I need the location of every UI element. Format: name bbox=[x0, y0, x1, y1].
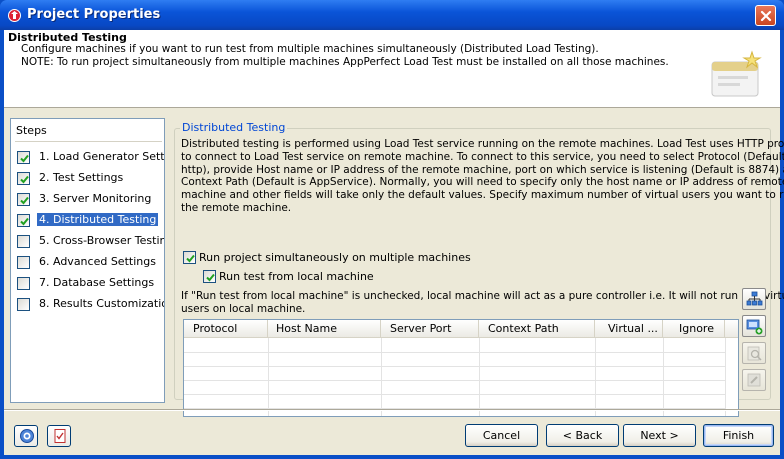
description-line: Context Path (Default is AppService). No… bbox=[181, 176, 784, 189]
step-checkbox[interactable] bbox=[17, 277, 30, 290]
grid-line bbox=[268, 338, 269, 416]
app-icon bbox=[8, 9, 21, 22]
title-bar[interactable]: Project Properties bbox=[0, 0, 784, 30]
checkmark-icon bbox=[20, 154, 29, 163]
description-line: the remote machine. bbox=[181, 201, 292, 214]
help-button[interactable] bbox=[14, 425, 38, 447]
checklist-button[interactable] bbox=[47, 425, 71, 447]
checkbox-box[interactable] bbox=[183, 251, 196, 264]
grid-line bbox=[725, 338, 726, 416]
column-header-ignore[interactable]: Ignore bbox=[663, 320, 725, 338]
delete-machine-button[interactable] bbox=[742, 369, 766, 391]
step-checkbox[interactable] bbox=[17, 214, 30, 227]
network-icon bbox=[746, 291, 763, 306]
grid-line bbox=[184, 366, 725, 367]
step-label: 8. Results Customization bbox=[39, 297, 165, 310]
checkmark-icon bbox=[206, 273, 215, 282]
wizard-window-icon bbox=[711, 50, 762, 97]
steps-panel: Steps 1. Load Generator Settings 2. Test… bbox=[10, 118, 165, 403]
step-checkbox[interactable] bbox=[17, 172, 30, 185]
checkbox-box[interactable] bbox=[203, 270, 216, 283]
grid-line bbox=[663, 338, 664, 416]
checkmark-icon bbox=[20, 217, 29, 226]
step-checkbox[interactable] bbox=[17, 298, 30, 311]
distributed-testing-panel: Distributed Testing Distributed testing … bbox=[170, 118, 784, 417]
checkmark-icon bbox=[20, 196, 29, 205]
wizard-header: Distributed Testing Configure machines i… bbox=[4, 30, 780, 108]
checkmark-icon bbox=[186, 254, 195, 263]
table-header: Protocol Host Name Server Port Context P… bbox=[184, 320, 738, 338]
description-line: Configure machines if you want to run te… bbox=[21, 43, 599, 55]
column-header-context-path[interactable]: Context Path bbox=[479, 320, 595, 338]
description-line: NOTE: To run project simultaneously from… bbox=[21, 56, 669, 68]
column-header-server-port[interactable]: Server Port bbox=[381, 320, 479, 338]
grid-line bbox=[595, 338, 596, 416]
description-line: http), provide Host name or IP address o… bbox=[181, 163, 784, 176]
add-machine-icon bbox=[746, 319, 763, 335]
machines-table[interactable]: Protocol Host Name Server Port Context P… bbox=[183, 319, 739, 417]
steps-divider bbox=[15, 141, 162, 142]
step-checkbox[interactable] bbox=[17, 256, 30, 269]
steps-title: Steps bbox=[16, 124, 47, 137]
step-label: 2. Test Settings bbox=[39, 171, 124, 184]
add-machine-button[interactable] bbox=[742, 315, 766, 337]
grid-line bbox=[184, 394, 725, 395]
checkmark-icon bbox=[20, 175, 29, 184]
project-properties-window: Project Properties Distributed Testing C… bbox=[0, 0, 784, 459]
step-label: 4. Distributed Testing bbox=[37, 213, 159, 226]
next-button[interactable]: Next > bbox=[623, 424, 696, 447]
step-label: 6. Advanced Settings bbox=[39, 255, 156, 268]
finish-button[interactable]: Finish bbox=[703, 424, 774, 447]
help-icon bbox=[20, 429, 34, 443]
close-button[interactable] bbox=[755, 5, 776, 26]
description-line: Distributed testing is performed using L… bbox=[181, 138, 784, 150]
grid-line bbox=[479, 338, 480, 416]
note-line: users on local machine. bbox=[181, 302, 306, 315]
edit-icon bbox=[747, 346, 762, 361]
grid-line bbox=[381, 338, 382, 416]
column-header-virtual-users[interactable]: Virtual ... bbox=[595, 320, 663, 338]
dialog-client-area: Distributed Testing Configure machines i… bbox=[4, 30, 784, 455]
network-machines-button[interactable] bbox=[742, 288, 766, 310]
close-icon bbox=[760, 10, 772, 22]
window-title: Project Properties bbox=[27, 7, 161, 22]
delete-icon bbox=[747, 373, 761, 387]
checkbox-label: Run test from local machine bbox=[219, 270, 374, 283]
column-header-protocol[interactable]: Protocol bbox=[184, 320, 268, 338]
note-line: If "Run test from local machine" is unch… bbox=[181, 290, 784, 302]
description-text: Distributed testing is performed using L… bbox=[181, 138, 784, 215]
edit-machine-button[interactable] bbox=[742, 342, 766, 364]
cancel-button[interactable]: Cancel bbox=[465, 424, 538, 447]
step-label: 5. Cross-Browser Testing bbox=[39, 234, 165, 247]
step-checkbox[interactable] bbox=[17, 235, 30, 248]
step-label: 3. Server Monitoring bbox=[39, 192, 152, 205]
grid-line bbox=[184, 380, 725, 381]
grid-line bbox=[184, 352, 725, 353]
checkbox-label: Run project simultaneously on multiple m… bbox=[199, 251, 471, 264]
back-button[interactable]: < Back bbox=[546, 424, 619, 447]
description-line: to connect to Load Test service on remot… bbox=[181, 150, 784, 163]
step-label: 1. Load Generator Settings bbox=[39, 150, 165, 163]
description-line: machine and other fields will take only … bbox=[181, 189, 784, 202]
column-header-host-name[interactable]: Host Name bbox=[268, 320, 381, 338]
page-description: Configure machines if you want to run te… bbox=[21, 43, 669, 69]
step-checkbox[interactable] bbox=[17, 151, 30, 164]
step-checkbox[interactable] bbox=[17, 193, 30, 206]
checklist-icon bbox=[54, 429, 66, 443]
group-title: Distributed Testing bbox=[180, 121, 288, 134]
local-machine-note: If "Run test from local machine" is unch… bbox=[181, 290, 784, 316]
footer-divider-highlight bbox=[4, 410, 780, 411]
step-label: 7. Database Settings bbox=[39, 276, 155, 289]
